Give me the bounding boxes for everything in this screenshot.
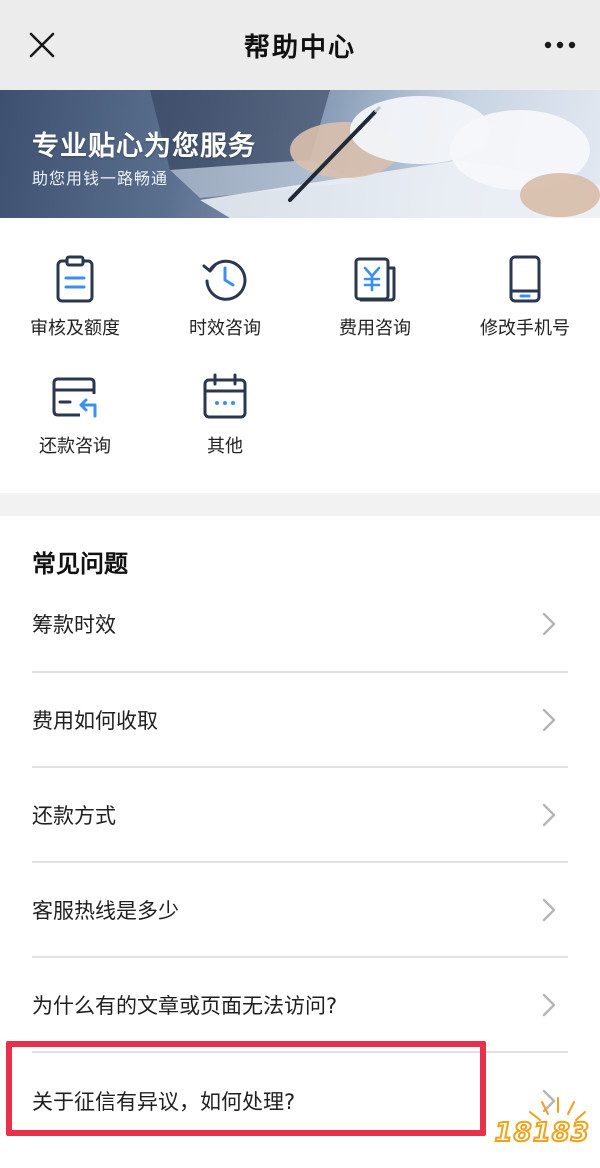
faq-heading: 常见问题	[32, 550, 128, 578]
clipboard-icon	[56, 255, 94, 303]
yuan-document-icon	[354, 257, 396, 302]
faq-question: 关于征信有异议，如何处理?	[32, 1089, 296, 1114]
chevron-right-icon	[542, 898, 556, 921]
faq-item[interactable]: 费用如何收取	[32, 673, 568, 768]
category-label: 还款咨询	[39, 436, 111, 457]
faq-item[interactable]: 客服热线是多少	[32, 863, 568, 958]
faq-question: 客服热线是多少	[32, 898, 179, 923]
faq-section: 常见问题 筹款时效 费用如何收取 还款方式 客服热线是多少 为什么有的文章或页面…	[0, 516, 600, 1168]
faq-question: 费用如何收取	[32, 708, 158, 733]
page-title: 帮助中心	[243, 32, 356, 63]
faq-question: 还款方式	[32, 803, 116, 828]
faq-item[interactable]: 为什么有的文章或页面无法访问?	[32, 958, 568, 1053]
more-dots-icon[interactable]	[538, 25, 582, 65]
faq-item[interactable]: 还款方式	[32, 768, 568, 863]
banner: 专业贴心为您服务 助您用钱一路畅通	[0, 90, 600, 218]
calendar-dots-icon	[203, 373, 247, 419]
chevron-right-icon	[542, 993, 556, 1016]
category-label: 修改手机号	[480, 318, 570, 339]
banner-subtitle: 助您用钱一路畅通	[32, 169, 169, 188]
close-icon[interactable]	[22, 25, 62, 65]
chevron-right-icon	[542, 708, 556, 731]
faq-question: 筹款时效	[32, 612, 116, 637]
category-change-phone[interactable]: 修改手机号	[450, 232, 600, 342]
category-label: 其他	[207, 436, 243, 457]
chevron-right-icon	[542, 612, 556, 635]
chevron-right-icon	[542, 803, 556, 826]
category-label: 费用咨询	[339, 318, 411, 339]
smartphone-icon	[509, 255, 541, 303]
category-label: 时效咨询	[189, 318, 261, 339]
category-timing[interactable]: 时效咨询	[150, 232, 300, 342]
category-review-limit[interactable]: 审核及额度	[0, 232, 150, 342]
category-other[interactable]: 其他	[150, 350, 300, 460]
card-return-icon	[52, 377, 97, 418]
faq-list: 筹款时效 费用如何收取 还款方式 客服热线是多少 为什么有的文章或页面无法访问?…	[0, 576, 600, 1148]
watermark-text: 18183	[494, 1117, 590, 1149]
category-label: 审核及额度	[30, 318, 120, 339]
clock-history-icon	[202, 259, 247, 301]
category-fees[interactable]: 费用咨询	[300, 232, 450, 342]
faq-item[interactable]: 筹款时效	[32, 576, 568, 673]
category-repayment[interactable]: 还款咨询	[0, 350, 150, 460]
banner-title: 专业贴心为您服务	[32, 131, 256, 162]
category-grid: 审核及额度 时效咨询 费用咨询 修改手机号 还款咨询 其他	[0, 218, 600, 493]
faq-question: 为什么有的文章或页面无法访问?	[32, 993, 338, 1018]
top-navbar: 帮助中心	[0, 0, 600, 90]
